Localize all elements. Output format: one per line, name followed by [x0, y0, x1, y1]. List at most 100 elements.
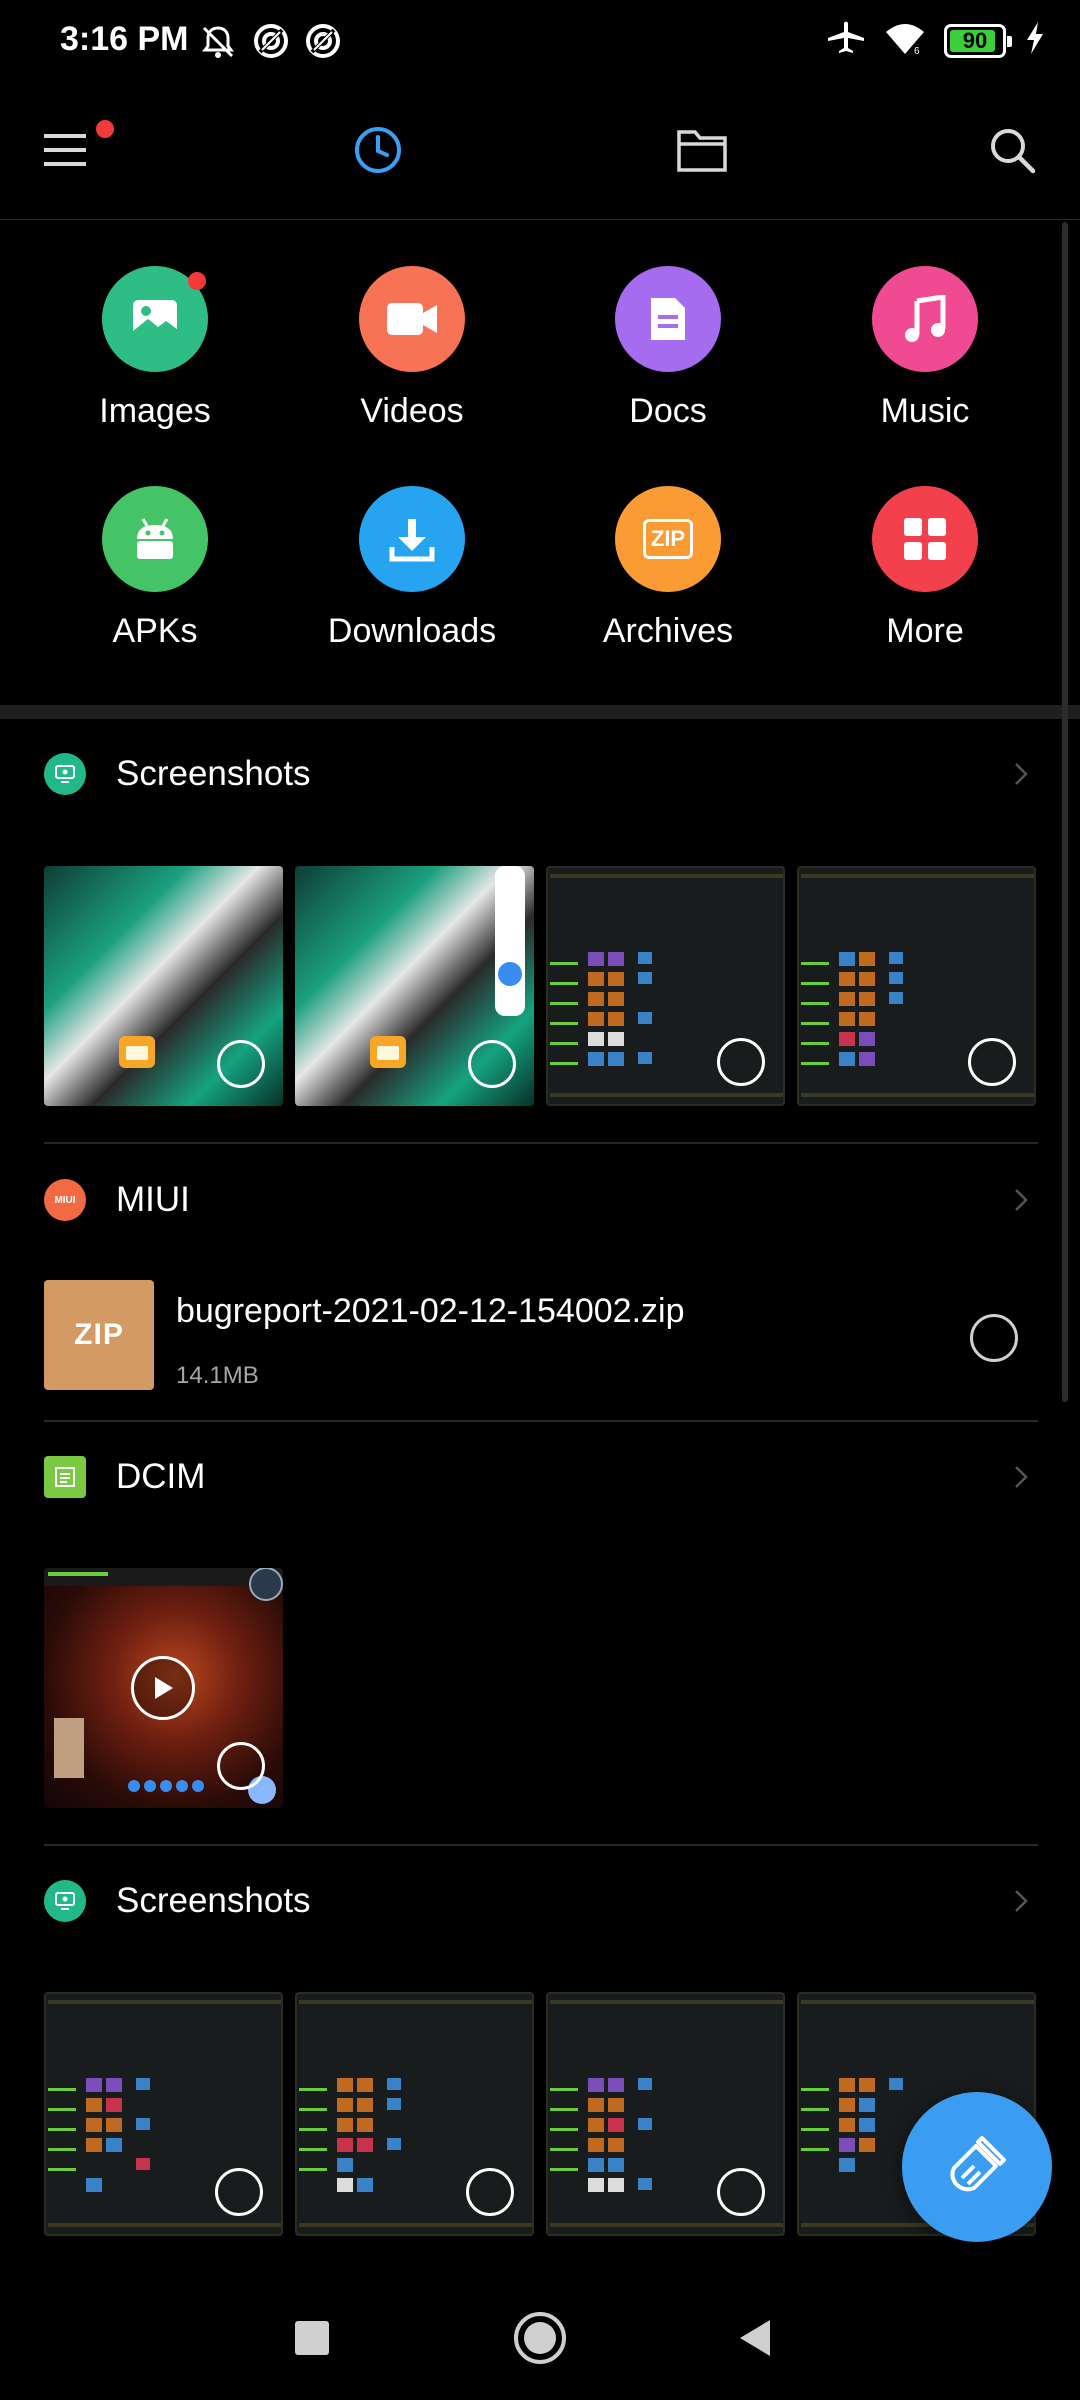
- thumbnail[interactable]: [44, 866, 283, 1106]
- airplane-icon: [826, 18, 866, 63]
- select-checkbox[interactable]: [970, 1314, 1018, 1362]
- file-item[interactable]: ZIP bugreport-2021-02-12-154002.zip 14.1…: [44, 1280, 1038, 1392]
- video-thumbnail[interactable]: [44, 1568, 283, 1808]
- svg-text:6: 6: [914, 46, 920, 56]
- category-more[interactable]: More: [797, 486, 1053, 686]
- select-checkbox[interactable]: [717, 1038, 765, 1086]
- home-circle-icon: [512, 2310, 568, 2371]
- category-apks[interactable]: APKs: [27, 486, 283, 686]
- category-label: Music: [880, 392, 970, 430]
- clean-button[interactable]: [902, 2092, 1052, 2242]
- recents-button[interactable]: [272, 2300, 352, 2380]
- tab-folders[interactable]: [664, 114, 740, 190]
- document-icon: [615, 266, 721, 372]
- thumbnail[interactable]: [44, 1992, 283, 2236]
- category-images[interactable]: Images: [27, 266, 283, 466]
- chevron-right-icon: [1006, 1462, 1036, 1492]
- scrollbar[interactable]: [1062, 222, 1068, 1402]
- thumbnail[interactable]: [546, 1992, 785, 2236]
- section-title: MIUI: [116, 1180, 190, 1219]
- file-size: 14.1MB: [176, 1362, 259, 1389]
- divider: [44, 1142, 1038, 1144]
- thumbnail[interactable]: [295, 866, 534, 1106]
- tab-recent[interactable]: [340, 114, 416, 190]
- file-name: bugreport-2021-02-12-154002.zip: [176, 1292, 685, 1330]
- section-miui[interactable]: MIUI MIUI: [44, 1170, 1036, 1230]
- play-icon[interactable]: [131, 1656, 195, 1720]
- category-label: Archives: [602, 612, 734, 650]
- category-label: Images: [99, 392, 211, 430]
- section-title: Screenshots: [116, 1881, 311, 1920]
- select-checkbox[interactable]: [466, 2168, 514, 2216]
- section-dcim[interactable]: DCIM: [44, 1447, 1036, 1507]
- category-docs[interactable]: Docs: [540, 266, 796, 466]
- screenshot-thumbnails: [44, 1992, 1038, 2236]
- category-label: More: [886, 612, 964, 650]
- menu-button[interactable]: [28, 114, 114, 190]
- sync-icon: [252, 22, 290, 67]
- category-label: Videos: [360, 392, 464, 430]
- screenshot-thumbnails: [44, 866, 1038, 1106]
- broom-clean-icon: [942, 2130, 1012, 2205]
- search-icon: [987, 125, 1037, 180]
- select-checkbox[interactable]: [717, 2168, 765, 2216]
- zip-icon-text: ZIP: [642, 519, 694, 559]
- divider: [44, 1844, 1038, 1846]
- back-triangle-icon: [736, 2317, 776, 2364]
- recent-clock-icon: [352, 124, 404, 181]
- section-title: DCIM: [116, 1457, 206, 1496]
- miui-icon: MIUI: [44, 1179, 86, 1221]
- home-button[interactable]: [500, 2300, 580, 2380]
- status-time: 3:16 PM: [60, 20, 189, 58]
- recents-square-icon: [293, 2319, 331, 2362]
- zip-icon: ZIP: [615, 486, 721, 592]
- category-music[interactable]: Music: [797, 266, 1053, 466]
- folder-icon: [676, 126, 728, 179]
- divider: [44, 1420, 1038, 1422]
- back-button[interactable]: [716, 2300, 796, 2380]
- search-button[interactable]: [974, 114, 1050, 190]
- miui-icon-text: MIUI: [54, 1194, 76, 1206]
- video-icon: [359, 266, 465, 372]
- top-toolbar: [0, 84, 1080, 220]
- select-checkbox[interactable]: [217, 1040, 265, 1088]
- music-note-icon: [872, 266, 978, 372]
- status-right-icons: 6 90: [826, 18, 1046, 63]
- zip-file-icon: ZIP: [44, 1280, 154, 1390]
- mute-icon: [198, 22, 238, 67]
- category-downloads[interactable]: Downloads: [284, 486, 540, 686]
- dcim-icon: [44, 1456, 86, 1498]
- dcim-thumbnails: [44, 1568, 1038, 1808]
- thumbnail[interactable]: [546, 866, 785, 1106]
- select-checkbox[interactable]: [215, 2168, 263, 2216]
- category-label: APKs: [112, 612, 198, 650]
- notification-dot: [96, 120, 114, 138]
- system-nav-bar: [0, 2270, 1080, 2400]
- thumbnail[interactable]: [295, 1992, 534, 2236]
- notification-dot: [188, 272, 206, 290]
- download-icon: [359, 486, 465, 592]
- select-checkbox[interactable]: [968, 1038, 1016, 1086]
- screenshot-icon: [44, 753, 86, 795]
- category-videos[interactable]: Videos: [284, 266, 540, 466]
- menu-icon: [42, 130, 90, 175]
- chevron-right-icon: [1006, 1185, 1036, 1215]
- status-left-icons: [198, 22, 342, 67]
- select-checkbox[interactable]: [217, 1742, 265, 1790]
- sync-icon: [304, 22, 342, 67]
- chevron-right-icon: [1006, 1886, 1036, 1916]
- chevron-right-icon: [1006, 759, 1036, 789]
- image-icon: [102, 266, 208, 372]
- battery-icon: 90: [944, 23, 1012, 58]
- grid-icon: [872, 486, 978, 592]
- section-screenshots[interactable]: Screenshots: [44, 744, 1036, 804]
- section-title: Screenshots: [116, 754, 311, 793]
- category-archives[interactable]: ZIP Archives: [540, 486, 796, 686]
- thumbnail[interactable]: [797, 866, 1036, 1106]
- status-bar: 3:16 PM 6 90: [0, 0, 1080, 84]
- category-grid: Images Videos Docs Music APKs Downloads …: [0, 220, 1080, 705]
- select-checkbox[interactable]: [468, 1040, 516, 1088]
- screenshot-icon: [44, 1880, 86, 1922]
- section-screenshots[interactable]: Screenshots: [44, 1871, 1036, 1931]
- android-icon: [102, 486, 208, 592]
